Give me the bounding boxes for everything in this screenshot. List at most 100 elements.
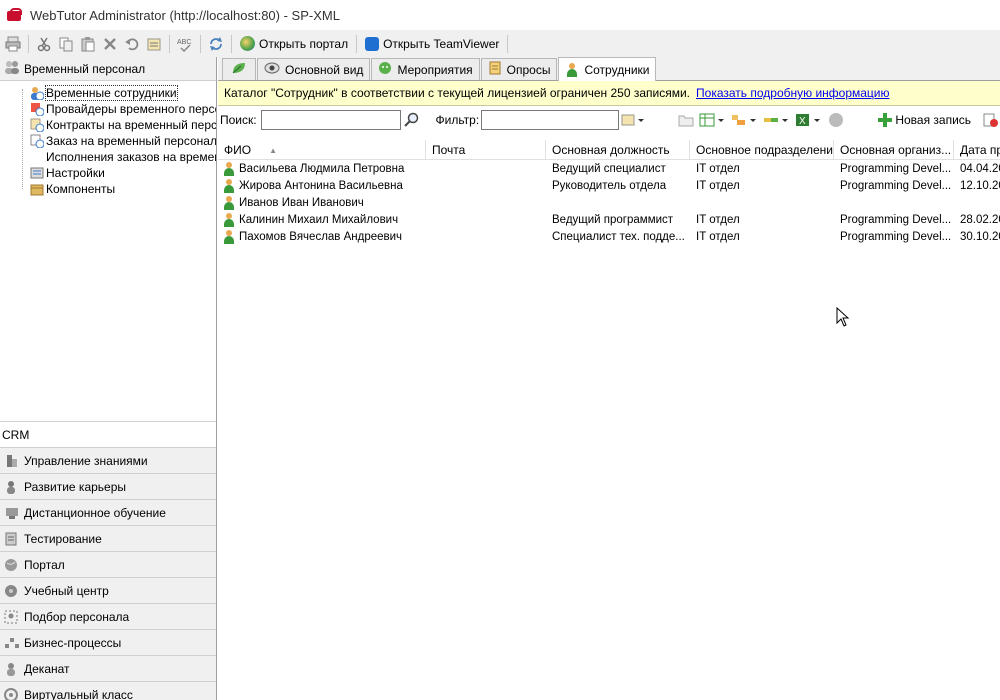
cell-text: Иванов Иван Иванович: [239, 196, 364, 209]
filter-settings-icon[interactable]: [621, 111, 645, 129]
refresh-icon[interactable]: [205, 33, 227, 55]
cell-text: 04.04.20: [960, 162, 1000, 175]
section-recruiting[interactable]: Подбор персонала: [0, 603, 216, 629]
table-header: ФИО ▲ Почта Основная должность Основное …: [218, 140, 1000, 160]
section-portal[interactable]: Портал: [0, 551, 216, 577]
column-header-department[interactable]: Основное подразделение: [690, 140, 834, 160]
spellcheck-icon[interactable]: ABC: [174, 33, 196, 55]
cell-text: Специалист тех. подде...: [552, 230, 685, 243]
open-portal-button[interactable]: Открыть портал: [236, 33, 352, 55]
tree-item-components[interactable]: Компоненты: [30, 181, 115, 197]
section-virtual-class[interactable]: Виртуальный класс: [0, 681, 216, 700]
cut-icon[interactable]: [33, 33, 55, 55]
column-header-fio[interactable]: ФИО ▲: [218, 140, 426, 160]
person-icon: [222, 161, 236, 176]
table-cell: [954, 194, 1000, 211]
tree-item-settings[interactable]: Настройки: [30, 165, 105, 181]
window-title: WebTutor Administrator (http://localhost…: [30, 7, 340, 23]
table-cell: [834, 194, 954, 211]
section-label: Бизнес-процессы: [24, 635, 122, 650]
table-row[interactable]: Иванов Иван Иванович: [218, 194, 1000, 211]
link-icon[interactable]: [763, 111, 791, 129]
toolbar-separator: [507, 34, 509, 53]
table-cell: IT отдел: [690, 228, 834, 245]
section-career[interactable]: Развитие карьеры: [0, 473, 216, 499]
toolbar-separator: [200, 34, 201, 53]
cell-text: 12.10.20: [960, 179, 1000, 192]
print-icon[interactable]: [2, 33, 24, 55]
section-testing[interactable]: Тестирование: [0, 525, 216, 551]
section-knowledge[interactable]: Управление знаниями: [0, 447, 216, 473]
tree-item-label: Компоненты: [46, 182, 116, 196]
search-input[interactable]: [260, 109, 401, 130]
section-training-center[interactable]: Учебный центр: [0, 577, 216, 603]
table-cell: [426, 228, 546, 245]
section-dean[interactable]: Деканат: [0, 655, 216, 681]
table-row[interactable]: Калинин Михаил Михайлович Ведущий програм…: [218, 211, 1000, 228]
cell-text: Васильева Людмила Петровна: [239, 162, 405, 175]
folder-icon[interactable]: [678, 111, 695, 129]
tab-main-view[interactable]: Основной вид: [257, 58, 371, 80]
open-teamviewer-button[interactable]: Открыть TeamViewer: [361, 33, 503, 55]
tree-item-order-executions[interactable]: Исполнения заказов на временны: [30, 149, 216, 165]
add-icon[interactable]: [876, 111, 893, 129]
properties-icon[interactable]: [143, 33, 165, 55]
module-tree: Временные сотрудники Провайдеры временно…: [0, 81, 216, 404]
remove-record-icon[interactable]: [981, 111, 998, 129]
column-header-position[interactable]: Основная должность: [546, 140, 690, 160]
table-cell: Жирова Антонина Васильевна: [218, 177, 426, 194]
column-header-organization[interactable]: Основная организ...: [834, 140, 954, 160]
search-icon[interactable]: [403, 111, 420, 129]
tree-item-temp-employees[interactable]: Временные сотрудники: [30, 85, 178, 101]
search-label: Поиск:: [220, 112, 257, 127]
tree-item-label: Настройки: [46, 166, 105, 180]
tab-employees[interactable]: Сотрудники: [558, 57, 657, 81]
column-header-date[interactable]: Дата пр: [954, 140, 1000, 160]
table-cell: Ведущий специалист: [546, 160, 690, 177]
main-toolbar: ABC Открыть портал Открыть TeamViewer: [0, 30, 1000, 57]
cell-text: Ведущий программист: [552, 213, 674, 226]
tree-item-temp-contracts[interactable]: Контракты на временный персон: [30, 117, 216, 133]
globe-gray-icon[interactable]: [827, 111, 844, 129]
tree-item-temp-order[interactable]: Заказ на временный персонал: [30, 133, 216, 149]
elearning-icon: [4, 506, 20, 520]
table-row[interactable]: Жирова Антонина Васильевна Руководитель о…: [218, 177, 1000, 194]
tab-surveys[interactable]: Опросы: [480, 58, 558, 80]
tab-events[interactable]: Мероприятия: [371, 58, 480, 80]
globe-icon: [240, 36, 255, 51]
table-cell: IT отдел: [690, 160, 834, 177]
tree-item-temp-providers[interactable]: Провайдеры временного персона: [30, 101, 216, 117]
toolbar-separator: [356, 34, 358, 53]
new-record-button[interactable]: Новая запись: [895, 113, 971, 127]
cell-text: IT отдел: [696, 213, 740, 226]
eye-icon: [264, 61, 280, 78]
career-icon: [4, 480, 20, 494]
knowledge-icon: [4, 454, 20, 468]
grid-view-icon[interactable]: [699, 111, 727, 129]
events-icon: [378, 61, 392, 78]
section-crm[interactable]: CRM: [0, 421, 216, 447]
group-icon[interactable]: [731, 111, 759, 129]
license-details-link[interactable]: Показать подробную информацию: [696, 86, 890, 100]
table-row[interactable]: Васильева Людмила Петровна Ведущий специа…: [218, 160, 1000, 177]
table-cell: Калинин Михаил Михайлович: [218, 211, 426, 228]
blank-icon: [30, 150, 44, 164]
testing-icon: [4, 532, 20, 546]
table-cell: [426, 160, 546, 177]
provider-icon: [30, 102, 45, 117]
filter-input[interactable]: [481, 109, 620, 130]
undo-icon[interactable]: [121, 33, 143, 55]
paste-icon[interactable]: [77, 33, 99, 55]
delete-icon[interactable]: [99, 33, 121, 55]
table-row[interactable]: Пахомов Вячеслав Андреевич Специалист тех…: [218, 228, 1000, 245]
tree-item-label: Исполнения заказов на временны: [46, 150, 216, 164]
section-business-processes[interactable]: Бизнес-процессы: [0, 629, 216, 655]
module-header[interactable]: Временный персонал: [0, 57, 216, 81]
section-elearning[interactable]: Дистанционное обучение: [0, 499, 216, 525]
copy-icon[interactable]: [55, 33, 77, 55]
app-logo-icon: [6, 7, 22, 23]
excel-icon[interactable]: X: [795, 111, 823, 129]
tab-home[interactable]: [222, 58, 256, 80]
column-header-email[interactable]: Почта: [426, 140, 546, 160]
table-cell: IT отдел: [690, 177, 834, 194]
